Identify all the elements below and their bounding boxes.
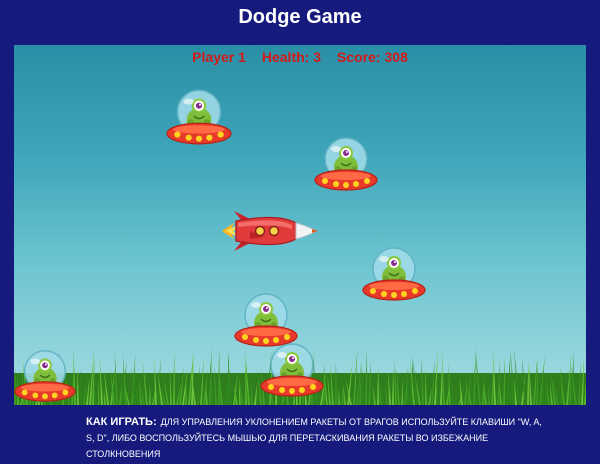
alien-ufo-icon [14,350,76,402]
how-to-play-heading: КАК ИГРАТЬ: [86,416,157,428]
how-to-play: КАК ИГРАТЬ: ДЛЯ УПРАВЛЕНИЯ УКЛОНЕНИЕМ РАК… [86,414,546,462]
player-label: Player 1 [192,49,246,65]
health-label: Health: 3 [261,49,321,65]
alien-ufo-icon [260,343,324,397]
alien-ufo-icon [166,89,232,145]
score-label: Score: 308 [337,49,408,65]
alien-ufo-icon [314,137,378,191]
alien-ufo-icon [234,293,298,347]
rocket-icon[interactable] [220,209,318,253]
hud: Player 1 Health: 3 Score: 308 [14,49,586,65]
game-canvas[interactable]: Player 1 Health: 3 Score: 308 [14,45,586,405]
alien-ufo-icon [362,247,426,301]
page-title: Dodge Game [238,6,362,28]
